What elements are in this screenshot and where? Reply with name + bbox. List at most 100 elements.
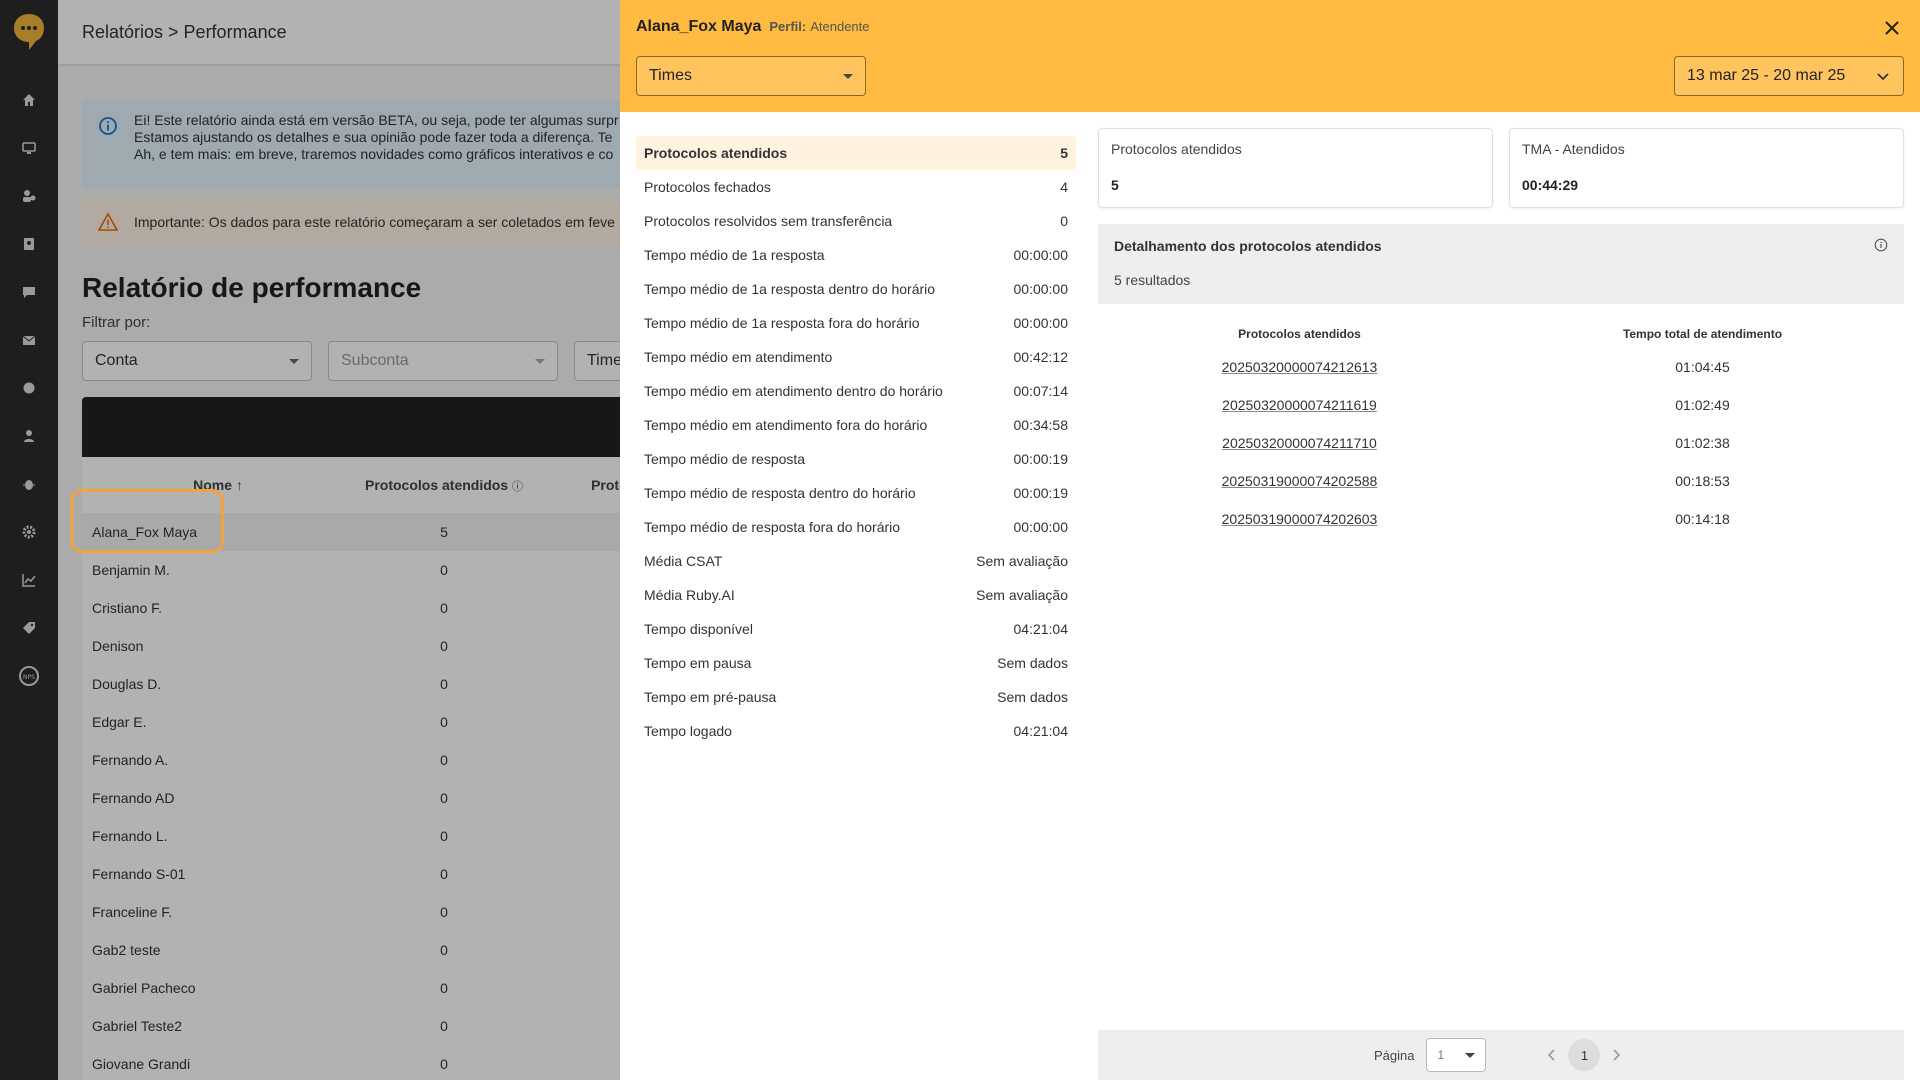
profile-label: Perfil: (769, 19, 807, 34)
protocol-row: 20250319000074202603 00:14:18 (1098, 500, 1904, 538)
metric-row[interactable]: Tempo médio em atendimento 00:42:12 (636, 340, 1076, 374)
metric-value: 5 (1060, 145, 1068, 161)
metric-value: 00:00:19 (1013, 451, 1069, 467)
metric-value: Sem avaliação (976, 587, 1068, 603)
metric-label: Protocolos resolvidos sem transferência (644, 213, 893, 229)
metric-label: Tempo médio de resposta fora do horário (644, 519, 901, 535)
metric-value: 04:21:04 (1013, 621, 1069, 637)
chevron-down-icon (1877, 73, 1889, 81)
metric-value: 0 (1060, 213, 1068, 229)
detail-pane: Protocolos atendidos 5 TMA - Atendidos 0… (1098, 128, 1904, 1080)
protocol-link[interactable]: 20250320000074211619 (1222, 397, 1377, 413)
protocols-table: Protocolos atendidos Tempo total de aten… (1098, 320, 1904, 538)
metric-row[interactable]: Tempo logado 04:21:04 (636, 714, 1076, 748)
metric-label: Tempo médio de 1a resposta (644, 247, 825, 263)
protocol-link[interactable]: 20250320000074212613 (1222, 359, 1378, 375)
kpi-value: 5 (1111, 177, 1119, 193)
protocol-cell: 20250320000074211619 (1098, 397, 1501, 413)
pagination: Página 1 1 (1098, 1030, 1904, 1080)
metric-row[interactable]: Tempo disponível 04:21:04 (636, 612, 1076, 646)
times-select-value: Times (649, 67, 692, 84)
metric-label: Tempo médio em atendimento dentro do hor… (644, 383, 943, 399)
metric-value: 04:21:04 (1013, 723, 1069, 739)
times-select[interactable]: Times (636, 56, 866, 96)
protocol-cell: 20250319000074202603 (1098, 511, 1501, 527)
metric-row[interactable]: Média CSAT Sem avaliação (636, 544, 1076, 578)
agent-name: Alana_Fox Maya (636, 18, 762, 35)
metric-row[interactable]: Média Ruby.AI Sem avaliação (636, 578, 1076, 612)
metric-row[interactable]: Tempo médio de resposta fora do horário 0… (636, 510, 1076, 544)
metric-label: Tempo disponível (644, 621, 753, 637)
protocol-link[interactable]: 20250320000074211710 (1222, 435, 1377, 451)
time-cell: 01:02:49 (1675, 397, 1730, 413)
metric-label: Tempo em pré-pausa (644, 689, 777, 705)
protocols-table-header: Protocolos atendidos Tempo total de aten… (1098, 320, 1904, 348)
time-cell: 01:04:45 (1675, 359, 1730, 375)
metric-label: Média Ruby.AI (644, 587, 735, 603)
kpi-card-tma: TMA - Atendidos 00:44:29 (1509, 128, 1904, 208)
metric-value: Sem dados (997, 655, 1068, 671)
metric-value: Sem dados (997, 689, 1068, 705)
metric-label: Média CSAT (644, 553, 723, 569)
metric-row[interactable]: Tempo em pré-pausa Sem dados (636, 680, 1076, 714)
metric-row[interactable]: Protocolos fechados 4 (636, 170, 1076, 204)
metric-row[interactable]: Tempo médio de resposta 00:00:19 (636, 442, 1076, 476)
metric-row[interactable]: Protocolos atendidos 5 (636, 136, 1076, 170)
protocols-table-body: 20250320000074212613 01:04:45 202503200000… (1098, 348, 1904, 538)
protocol-cell: 20250320000074211710 (1098, 435, 1501, 451)
selected-row-highlight (70, 489, 224, 553)
detail-title: Detalhamento dos protocolos atendidos (1114, 238, 1382, 254)
caret-down-icon (1465, 1052, 1476, 1058)
col-protocol-header: Protocolos atendidos (1238, 327, 1361, 341)
drawer-header: Alana_Fox Maya Perfil: Atendente Times 1… (620, 0, 1920, 112)
protocol-cell: 20250319000074202588 (1098, 473, 1501, 489)
protocol-link[interactable]: 20250319000074202603 (1222, 511, 1378, 527)
metric-label: Tempo médio de 1a resposta dentro do hor… (644, 281, 936, 297)
metric-label: Protocolos atendidos (644, 145, 788, 161)
metric-row[interactable]: Tempo médio em atendimento fora do horár… (636, 408, 1076, 442)
page-label: Página (1374, 1047, 1415, 1063)
col-time-header: Tempo total de atendimento (1622, 327, 1783, 341)
metric-value: Sem avaliação (976, 553, 1068, 569)
page-select-value: 1 (1437, 1048, 1445, 1062)
agent-detail-drawer: Alana_Fox Maya Perfil: Atendente Times 1… (620, 0, 1920, 1080)
kpi-value: 00:44:29 (1522, 177, 1579, 193)
metric-label: Tempo em pausa (644, 655, 752, 671)
metric-label: Tempo médio em atendimento (644, 349, 833, 365)
protocol-link[interactable]: 20250319000074202588 (1222, 473, 1378, 489)
metric-label: Tempo médio de resposta dentro do horári… (644, 485, 916, 501)
metric-label: Tempo logado (644, 723, 732, 739)
metric-row[interactable]: Tempo médio de 1a resposta dentro do hor… (636, 272, 1076, 306)
metric-value: 00:00:00 (1013, 519, 1069, 535)
metric-row[interactable]: Protocolos resolvidos sem transferência 0 (636, 204, 1076, 238)
protocol-row: 20250320000074212613 01:04:45 (1098, 348, 1904, 386)
info-icon[interactable] (1874, 238, 1888, 252)
metric-value: 00:00:00 (1013, 315, 1069, 331)
metric-row[interactable]: Tempo médio de resposta dentro do horári… (636, 476, 1076, 510)
metric-row[interactable]: Tempo médio de 1a resposta fora do horár… (636, 306, 1076, 340)
metric-value: 00:42:12 (1013, 349, 1069, 365)
page-select[interactable]: 1 (1426, 1038, 1487, 1072)
close-icon[interactable] (1882, 18, 1902, 38)
metric-value: 00:07:14 (1013, 383, 1069, 399)
time-cell: 01:02:38 (1675, 435, 1730, 451)
detail-count: 5 resultados (1114, 272, 1191, 288)
protocol-row: 20250320000074211619 01:02:49 (1098, 386, 1904, 424)
protocol-row: 20250319000074202588 00:18:53 (1098, 462, 1904, 500)
time-cell: 00:18:53 (1675, 473, 1730, 489)
kpi-label: TMA - Atendidos (1522, 141, 1625, 157)
metric-label: Tempo médio de resposta (644, 451, 806, 467)
chevron-right-icon[interactable] (1608, 1047, 1624, 1063)
metric-value: 00:00:00 (1013, 247, 1069, 263)
kpi-card-attended: Protocolos atendidos 5 (1098, 128, 1493, 208)
date-range-select[interactable]: 13 mar 25 - 20 mar 25 (1674, 56, 1904, 96)
metric-row[interactable]: Tempo médio em atendimento dentro do hor… (636, 374, 1076, 408)
metric-label: Tempo médio de 1a resposta fora do horár… (644, 315, 920, 331)
metric-row[interactable]: Tempo médio de 1a resposta 00:00:00 (636, 238, 1076, 272)
metric-row[interactable]: Tempo em pausa Sem dados (636, 646, 1076, 680)
metric-label: Tempo médio em atendimento fora do horár… (644, 417, 928, 433)
metric-value: 00:34:58 (1013, 417, 1069, 433)
page-number-button[interactable]: 1 (1568, 1039, 1601, 1071)
chevron-left-icon[interactable] (1544, 1047, 1560, 1063)
metric-label: Protocolos fechados (644, 179, 771, 195)
